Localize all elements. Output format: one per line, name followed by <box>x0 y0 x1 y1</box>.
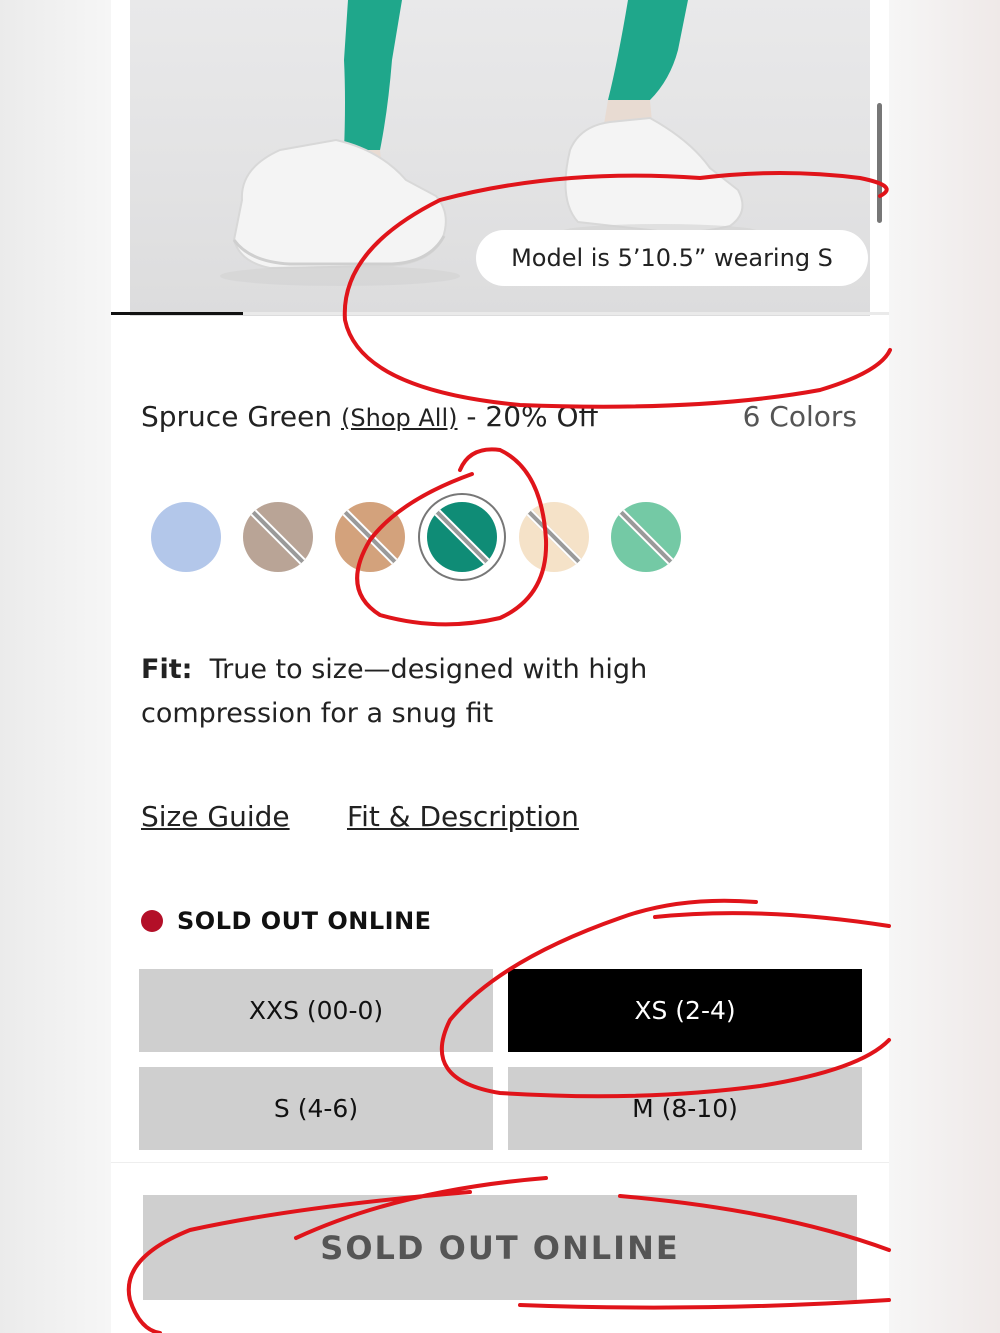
product-page: Model is 5’10.5” wearing S Spruce Green … <box>111 0 889 1333</box>
color-swatch[interactable] <box>335 502 405 572</box>
unavailable-slash-icon <box>427 502 497 572</box>
background-left <box>0 0 111 1333</box>
product-image[interactable]: Model is 5’10.5” wearing S <box>130 0 870 316</box>
size-option-xxs[interactable]: XXS (00-0) <box>139 969 493 1052</box>
size-guide-link[interactable]: Size Guide <box>141 800 290 833</box>
color-name: Spruce Green <box>141 400 333 433</box>
color-swatch[interactable] <box>427 502 497 572</box>
size-label: XXS (00-0) <box>248 996 384 1025</box>
model-info-badge: Model is 5’10.5” wearing S <box>476 230 868 286</box>
size-label: M (8-10) <box>632 1094 738 1123</box>
color-header: Spruce Green (Shop All) - 20% Off 6 Colo… <box>141 400 857 440</box>
size-option-m[interactable]: M (8-10) <box>508 1067 862 1150</box>
background-right <box>889 0 1000 1333</box>
color-info: Spruce Green (Shop All) - 20% Off <box>141 400 598 433</box>
fit-label: Fit: <box>141 654 193 685</box>
fit-info: Fit: True to size—designed with high com… <box>141 648 761 736</box>
color-count: 6 Colors <box>742 400 857 433</box>
fit-text: True to size—designed with high compress… <box>141 654 648 729</box>
color-swatch[interactable] <box>611 502 681 572</box>
size-option-s[interactable]: S (4-6) <box>139 1067 493 1150</box>
availability-status: SOLD OUT ONLINE <box>141 907 432 935</box>
size-label: S (4-6) <box>273 1094 359 1123</box>
unavailable-slash-icon <box>243 502 313 572</box>
status-dot-icon <box>141 910 163 932</box>
scrollbar[interactable] <box>877 103 882 223</box>
fit-description-link[interactable]: Fit & Description <box>347 800 579 833</box>
size-label: XS (2-4) <box>634 996 736 1025</box>
unavailable-slash-icon <box>519 502 589 572</box>
unavailable-slash-icon <box>335 502 405 572</box>
footer-divider <box>111 1162 889 1163</box>
sold-out-button[interactable]: SOLD OUT ONLINE <box>143 1195 857 1300</box>
gallery-progress-track <box>111 312 889 315</box>
gallery-progress-fill <box>111 312 244 315</box>
shop-all-link[interactable]: (Shop All) <box>341 404 457 432</box>
unavailable-slash-icon <box>611 502 681 572</box>
availability-label: SOLD OUT ONLINE <box>177 907 432 935</box>
discount-text: - 20% Off <box>466 400 598 433</box>
color-swatch[interactable] <box>151 502 221 572</box>
size-option-xs[interactable]: XS (2-4) <box>508 969 862 1052</box>
color-swatch[interactable] <box>243 502 313 572</box>
color-swatch[interactable] <box>519 502 589 572</box>
